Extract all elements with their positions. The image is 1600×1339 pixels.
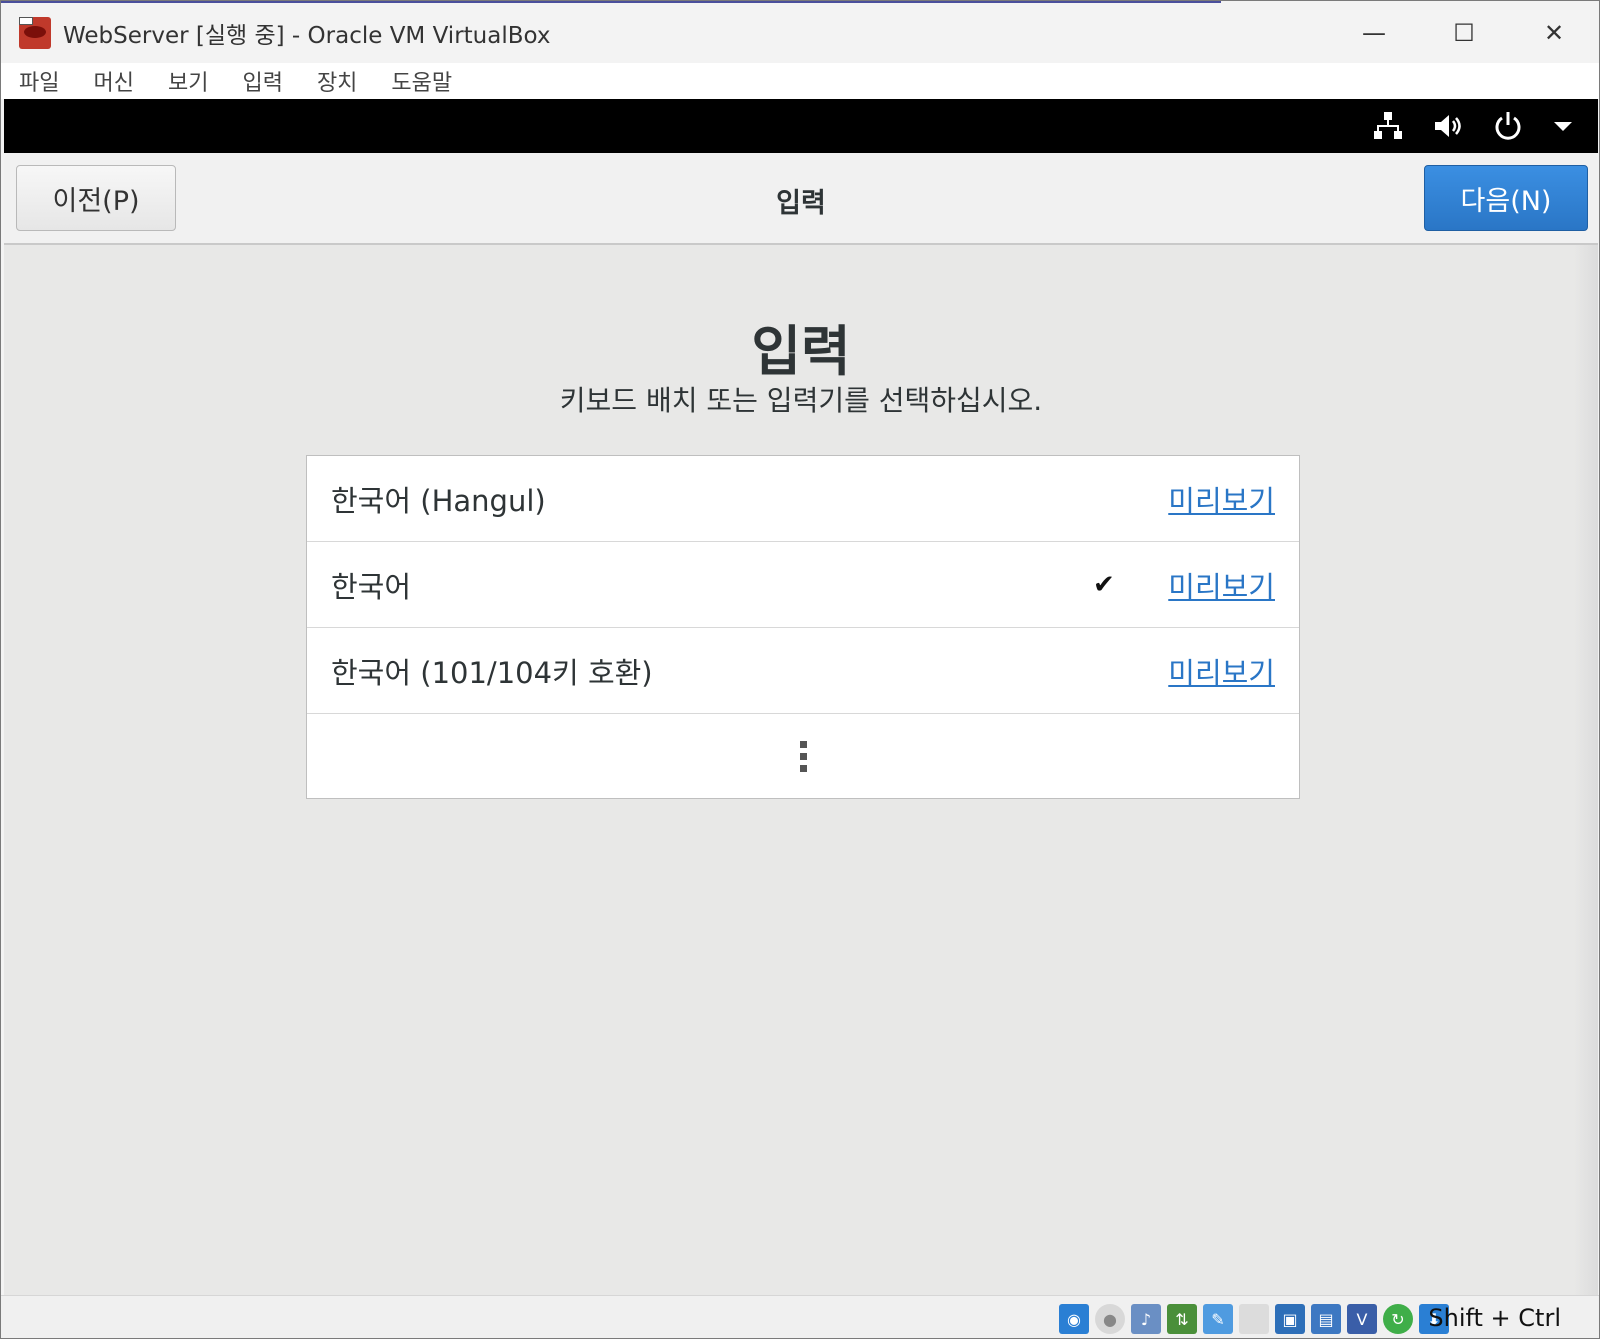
virtualbox-window: WebServer [실행 중] - Oracle VM VirtualBox … bbox=[0, 0, 1600, 1339]
layout-label: 한국어 bbox=[331, 569, 412, 604]
host-key-label: Shift + Ctrl bbox=[1428, 1304, 1561, 1332]
virtualization-icon[interactable]: V bbox=[1347, 1304, 1377, 1334]
layout-row-korean-101-104[interactable]: 한국어 (101/104키 호환) 미리보기 bbox=[307, 628, 1299, 714]
menu-file[interactable]: 파일 bbox=[19, 65, 59, 97]
display-icon[interactable]: ▣ bbox=[1275, 1304, 1305, 1334]
usb-icon[interactable]: ✎ bbox=[1203, 1304, 1233, 1334]
network-adapter-icon[interactable]: ⇅ bbox=[1167, 1304, 1197, 1334]
minimize-icon: — bbox=[1362, 19, 1386, 47]
page-subtitle: 키보드 배치 또는 입력기를 선택하십시오. bbox=[559, 384, 1043, 417]
layout-row-hangul[interactable]: 한국어 (Hangul) 미리보기 bbox=[307, 456, 1299, 542]
network-icon[interactable] bbox=[1372, 110, 1404, 142]
window-title: WebServer [실행 중] - Oracle VM VirtualBox bbox=[63, 23, 551, 49]
menu-bar: 파일 머신 보기 입력 장치 도움말 bbox=[1, 63, 1599, 99]
minimize-button[interactable]: — bbox=[1329, 3, 1419, 63]
close-button[interactable]: ✕ bbox=[1509, 3, 1599, 63]
chevron-down-icon[interactable] bbox=[1552, 115, 1574, 137]
power-icon[interactable] bbox=[1492, 110, 1524, 142]
title-bar[interactable]: WebServer [실행 중] - Oracle VM VirtualBox … bbox=[1, 3, 1599, 63]
layout-label: 한국어 (101/104키 호환) bbox=[331, 655, 653, 690]
mouse-integration-icon[interactable]: ↻ bbox=[1383, 1304, 1413, 1334]
more-vertical-icon bbox=[799, 740, 807, 772]
window-controls: — ☐ ✕ bbox=[1329, 3, 1599, 63]
checkmark-icon: ✔ bbox=[1093, 569, 1115, 600]
video-capture-icon[interactable]: ▤ bbox=[1311, 1304, 1341, 1334]
header-bar: 이전(P) 입력 다음(N) bbox=[4, 153, 1598, 245]
layout-row-korean[interactable]: 한국어 ✔ 미리보기 bbox=[307, 542, 1299, 628]
status-icons: ◉ ● ♪ ⇅ ✎ ▣ ▤ V ↻ ⬇ bbox=[1059, 1302, 1449, 1336]
close-icon: ✕ bbox=[1543, 19, 1565, 47]
system-tray[interactable] bbox=[1372, 99, 1574, 153]
menu-view[interactable]: 보기 bbox=[168, 65, 208, 97]
menu-help[interactable]: 도움말 bbox=[391, 65, 452, 97]
main-content: 입력 키보드 배치 또는 입력기를 선택하십시오. 한국어 (Hangul) 미… bbox=[4, 245, 1598, 1295]
layout-label: 한국어 (Hangul) bbox=[331, 483, 546, 518]
preview-link[interactable]: 미리보기 bbox=[1168, 478, 1275, 520]
preview-link[interactable]: 미리보기 bbox=[1168, 650, 1275, 692]
next-button[interactable]: 다음(N) bbox=[1424, 165, 1588, 231]
guest-top-bar bbox=[4, 99, 1598, 153]
maximize-button[interactable]: ☐ bbox=[1419, 3, 1509, 63]
volume-icon[interactable] bbox=[1432, 110, 1464, 142]
audio-icon[interactable]: ♪ bbox=[1131, 1304, 1161, 1334]
preview-link[interactable]: 미리보기 bbox=[1168, 564, 1275, 606]
shared-folders-icon[interactable] bbox=[1239, 1304, 1269, 1334]
hard-disk-icon[interactable]: ◉ bbox=[1059, 1304, 1089, 1334]
page-title: 입력 bbox=[751, 320, 851, 383]
header-title: 입력 bbox=[776, 188, 826, 219]
status-bar: ◉ ● ♪ ⇅ ✎ ▣ ▤ V ↻ ⬇ Shift + Ctrl bbox=[1, 1295, 1599, 1338]
menu-machine[interactable]: 머신 bbox=[93, 65, 133, 97]
virtualbox-app-icon bbox=[19, 17, 51, 49]
more-layouts-button[interactable] bbox=[307, 714, 1299, 798]
keyboard-layout-list: 한국어 (Hangul) 미리보기 한국어 ✔ 미리보기 한국어 (101/10… bbox=[306, 455, 1300, 799]
maximize-icon: ☐ bbox=[1453, 19, 1475, 47]
menu-input[interactable]: 입력 bbox=[242, 65, 282, 97]
optical-drive-icon[interactable]: ● bbox=[1095, 1304, 1125, 1334]
menu-devices[interactable]: 장치 bbox=[317, 65, 357, 97]
